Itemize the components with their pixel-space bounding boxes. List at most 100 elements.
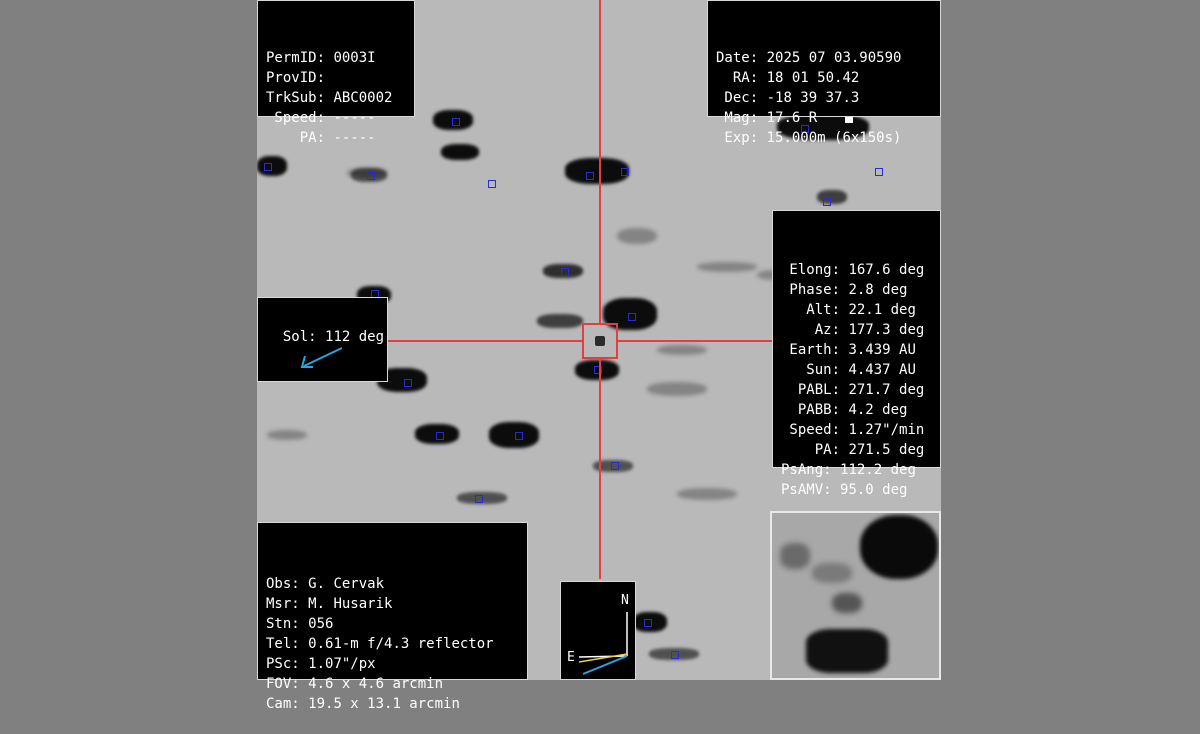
identification-row: TrkSub: ABC0002 [266, 88, 414, 108]
observer-key: Msr: [266, 596, 300, 612]
identification-value: ----- [333, 110, 376, 126]
geometry-value: 112.2 deg [840, 462, 916, 478]
identification-value: 0003I [333, 50, 376, 66]
geometry-row: Sun: 4.437 AU [781, 360, 940, 380]
geometry-value: 95.0 deg [840, 482, 908, 498]
star [489, 422, 539, 448]
geometry-row: PsAng: 112.2 deg [781, 460, 940, 480]
observation-row: RA: 18 01 50.42 [716, 68, 940, 88]
observer-value: 1.07"/px [308, 656, 376, 672]
geometry-key: Sun: [781, 362, 841, 378]
observer-value: 0.61-m f/4.3 reflector [308, 636, 494, 652]
identification-row: Speed: ----- [266, 108, 414, 128]
source-marker[interactable] [671, 651, 679, 659]
observation-row: Date: 2025 07 03.90590 [716, 48, 940, 68]
crosshair-vertical-top [599, 0, 601, 323]
geometry-row: PA: 271.5 deg [781, 440, 940, 460]
identification-key: PA: [266, 130, 326, 146]
target-box[interactable] [582, 323, 618, 359]
geometry-key: Earth: [781, 342, 841, 358]
observer-value: 19.5 x 13.1 arcmin [308, 696, 460, 712]
geometry-key: Az: [781, 322, 841, 338]
geometry-row: Az: 177.3 deg [781, 320, 940, 340]
geometry-value: 271.7 deg [848, 382, 925, 398]
source-marker[interactable] [404, 379, 412, 387]
observation-row: Exp: 15.000m (6x150s) [716, 128, 940, 148]
observer-key: FOV: [266, 676, 300, 692]
geometry-value: 271.5 deg [848, 442, 925, 458]
observer-row: Obs: G. Cervak [266, 574, 527, 594]
source-marker[interactable] [621, 168, 629, 176]
observation-value: 17.6 R [766, 110, 818, 126]
crosshair-horizontal-left [387, 340, 583, 342]
source-marker[interactable] [644, 619, 652, 627]
source-marker[interactable] [611, 462, 619, 470]
geometry-value: 167.6 deg [848, 262, 925, 278]
observer-row: Stn: 056 [266, 614, 527, 634]
geometry-key: Elong: [781, 262, 841, 278]
observation-key: RA: [716, 70, 759, 86]
identification-value: ----- [333, 130, 376, 146]
identification-key: Speed: [266, 110, 326, 126]
observation-value: 2025 07 03.90590 [766, 50, 902, 66]
observation-key: Dec: [716, 90, 759, 106]
source-marker[interactable] [452, 118, 460, 126]
geometry-value: 2.8 deg [848, 282, 908, 298]
observer-value: G. Cervak [308, 576, 385, 592]
observer-key: PSc: [266, 656, 300, 672]
source-marker[interactable] [823, 198, 831, 206]
identification-key: TrkSub: [266, 90, 326, 106]
crosshair-horizontal-right [617, 340, 772, 342]
geometry-value: 3.439 AU [848, 342, 916, 358]
observation-key: Mag: [716, 110, 759, 126]
identification-panel: PermID: 0003I ProvID: TrkSub: ABC0002 Spe… [257, 0, 415, 146]
observer-row: Msr: M. Husarik [266, 594, 527, 614]
observation-row: Mag: 17.6 R [716, 108, 940, 128]
observer-value: 056 [308, 616, 334, 632]
observation-row: Dec: -18 39 37.3 [716, 88, 940, 108]
observer-value: 4.6 x 4.6 arcmin [308, 676, 444, 692]
geometry-key: PABL: [781, 382, 841, 398]
star [441, 144, 479, 160]
source-marker[interactable] [367, 172, 375, 180]
geometry-row: Earth: 3.439 AU [781, 340, 940, 360]
observer-key: Stn: [266, 616, 300, 632]
geometry-value: 1.27"/min [848, 422, 925, 438]
source-marker[interactable] [875, 168, 883, 176]
geometry-row: PABL: 271.7 deg [781, 380, 940, 400]
compass-panel: N E [560, 581, 636, 680]
geometry-value: 22.1 deg [848, 302, 916, 318]
star [537, 314, 583, 328]
geometry-key: PsAng: [781, 462, 832, 478]
sun-direction-arrow-icon [300, 347, 343, 368]
source-marker[interactable] [628, 313, 636, 321]
source-marker[interactable] [488, 180, 496, 188]
geometry-key: PABB: [781, 402, 841, 418]
source-marker[interactable] [436, 432, 444, 440]
zoom-inset[interactable] [770, 511, 941, 680]
source-marker[interactable] [515, 432, 523, 440]
observer-row: PSc: 1.07"/px [266, 654, 527, 674]
source-marker[interactable] [561, 268, 569, 276]
geometry-key: Alt: [781, 302, 841, 318]
geometry-value: 4.437 AU [848, 362, 916, 378]
crosshair-vertical-bottom [599, 357, 601, 579]
sol-panel: Sol: 112 deg [257, 297, 388, 382]
compass-rose-icon [578, 612, 628, 675]
observer-key: Obs: [266, 576, 300, 592]
observer-row: Tel: 0.61-m f/4.3 reflector [266, 634, 527, 654]
observer-row: FOV: 4.6 x 4.6 arcmin [266, 674, 527, 694]
star [817, 190, 847, 204]
observation-key: Exp: [716, 130, 759, 146]
geometry-key: Speed: [781, 422, 841, 438]
identification-value: ABC0002 [333, 90, 393, 106]
observer-key: Cam: [266, 696, 300, 712]
source-marker[interactable] [586, 172, 594, 180]
observer-value: M. Husarik [308, 596, 393, 612]
geometry-row: PsAMV: 95.0 deg [781, 480, 940, 500]
geometry-key: PsAMV: [781, 482, 832, 498]
observation-value: -18 39 37.3 [766, 90, 860, 106]
source-marker[interactable] [475, 495, 483, 503]
geometry-row: Phase: 2.8 deg [781, 280, 940, 300]
geometry-row: PABB: 4.2 deg [781, 400, 940, 420]
